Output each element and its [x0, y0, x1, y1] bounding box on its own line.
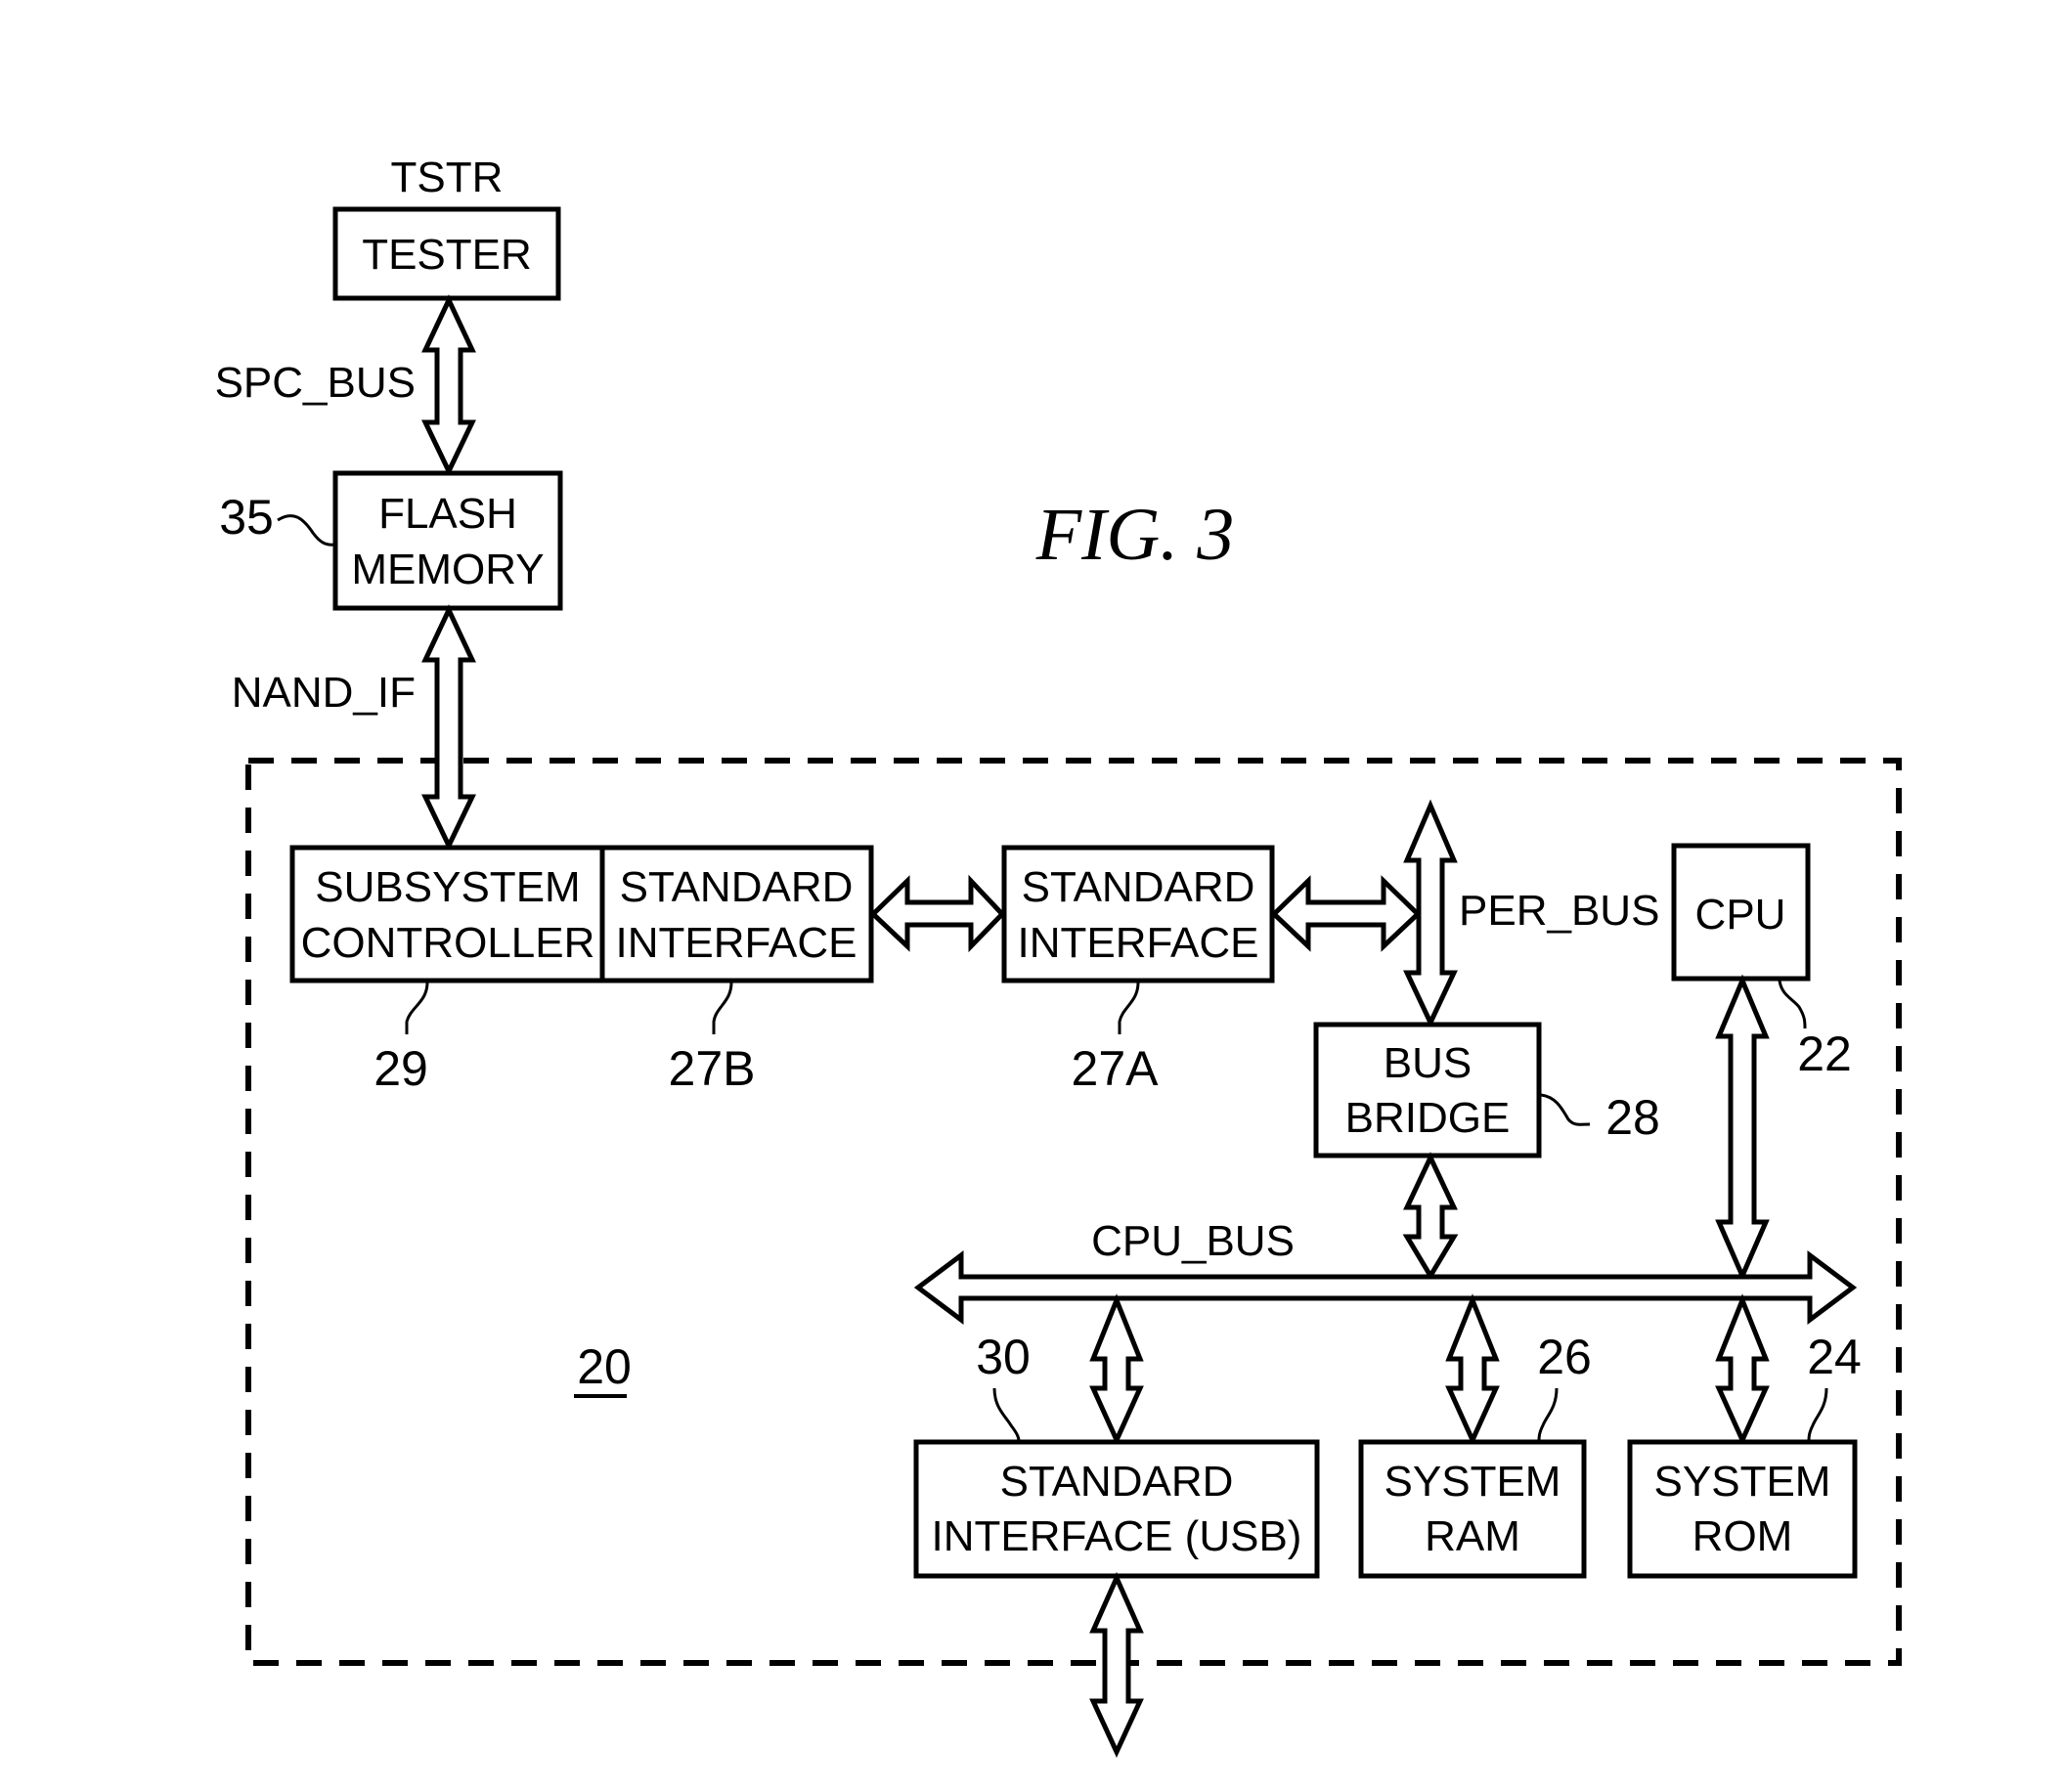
rom-line2: ROM [1692, 1512, 1793, 1560]
block-diagram: TSTR TESTER SPC_BUS FLASH MEMORY 35 NAND… [215, 153, 1902, 1758]
flash-line2: MEMORY [351, 546, 544, 593]
usb-ref: 30 [976, 1330, 1031, 1384]
figure-title: FIG. 3 [1035, 494, 1235, 576]
rom-ref: 24 [1807, 1330, 1862, 1384]
subsystem-line2: CONTROLLER [301, 919, 595, 967]
std-27a-ref: 27A [1072, 1041, 1160, 1096]
bus-bridge-line1: BUS [1384, 1039, 1472, 1087]
std-27a-leader [1118, 982, 1140, 1034]
cpu-bus-ram-arrow [1445, 1293, 1500, 1447]
subsystem-leader [405, 982, 429, 1034]
subsystem-ref: 29 [374, 1041, 428, 1096]
interface-link-arrow [869, 874, 1006, 953]
std-27b-line2: INTERFACE [616, 919, 857, 967]
std-27a-line2: INTERFACE [1018, 919, 1259, 967]
std-27b-line1: STANDARD [620, 863, 854, 911]
cpu-label: CPU [1695, 891, 1786, 939]
subsystem-line1: SUBSYSTEM [315, 863, 580, 911]
nand-if-arrow [421, 604, 476, 852]
cpu-bus-arrow [913, 1250, 1858, 1325]
per-bus-label: PER_BUS [1459, 887, 1659, 935]
std-27a-line1: STANDARD [1022, 863, 1255, 911]
bus-bridge-ref: 28 [1605, 1090, 1660, 1145]
usb-line2: INTERFACE (USB) [932, 1512, 1302, 1560]
cpu-bus-rom-arrow [1715, 1293, 1770, 1447]
nand-if-label: NAND_IF [232, 669, 416, 717]
rom-leader [1807, 1387, 1828, 1442]
bus-bridge-leader [1540, 1093, 1591, 1126]
flash-line1: FLASH [378, 490, 517, 538]
spc-bus-label: SPC_BUS [215, 359, 416, 407]
system-ref: 20 [577, 1339, 632, 1394]
bus-bridge-line2: BRIDGE [1345, 1094, 1511, 1142]
ram-line2: RAM [1425, 1512, 1520, 1560]
cpu-ref: 22 [1797, 1027, 1852, 1081]
ram-ref: 26 [1537, 1330, 1592, 1384]
cpu-cpu-bus-arrow [1715, 974, 1770, 1283]
ram-leader [1537, 1387, 1559, 1442]
flash-leader [277, 514, 336, 546]
std-27b-ref: 27B [669, 1041, 756, 1096]
tester-tag: TSTR [391, 153, 504, 201]
flash-ref: 35 [219, 490, 274, 545]
tester-label: TESTER [362, 231, 532, 279]
per-bus-link-arrow [1270, 875, 1422, 952]
usb-line1: STANDARD [1000, 1458, 1234, 1506]
bridge-cpu-bus-arrow [1402, 1152, 1459, 1281]
cpu-bus-usb-arrow [1089, 1293, 1144, 1447]
rom-line1: SYSTEM [1654, 1458, 1831, 1506]
usb-leader [992, 1387, 1021, 1442]
spc-bus-arrow [421, 294, 476, 477]
cpu-bus-label: CPU_BUS [1091, 1217, 1295, 1265]
ram-line1: SYSTEM [1385, 1458, 1561, 1506]
cpu-leader [1778, 980, 1807, 1029]
std-27b-leader [712, 982, 733, 1034]
